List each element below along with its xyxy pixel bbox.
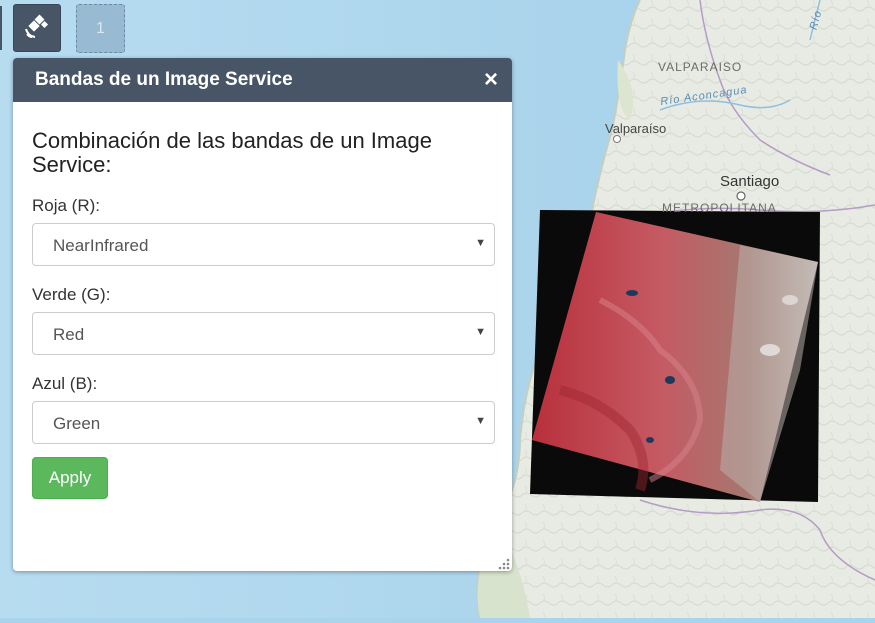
map-label-region-valparaiso: VALPARAISO xyxy=(658,60,743,74)
apply-button[interactable]: Apply xyxy=(32,457,108,499)
blue-band-value: Green xyxy=(53,414,101,433)
band-combination-widget-button[interactable] xyxy=(13,4,61,52)
map-label-city-santiago: Santiago xyxy=(720,173,780,190)
close-icon[interactable]: × xyxy=(484,68,498,92)
panel-body: Combinación de las bandas de un Image Se… xyxy=(13,102,512,499)
raster-image-layer xyxy=(530,210,820,502)
map-label-region-metropolitana: METROPOLITANA xyxy=(662,201,777,215)
satellite-icon xyxy=(23,12,51,45)
red-band-value: NearInfrared xyxy=(53,236,149,255)
blue-band-select[interactable]: Green ▼ xyxy=(32,401,495,444)
panel-heading: Combinación de las bandas de un Image Se… xyxy=(32,128,432,177)
green-band-select[interactable]: Red ▼ xyxy=(32,312,495,355)
panel-header[interactable]: Bandas de un Image Service × xyxy=(13,58,512,102)
resize-handle-icon[interactable] xyxy=(498,557,510,570)
panel-title: Bandas de un Image Service xyxy=(35,69,293,90)
red-band-select[interactable]: NearInfrared ▼ xyxy=(32,223,495,266)
green-band-label: Verde (G): xyxy=(32,285,111,304)
chevron-down-icon: ▼ xyxy=(475,326,486,338)
band-combination-panel: Bandas de un Image Service × Combinación… xyxy=(13,58,512,571)
chevron-down-icon: ▼ xyxy=(475,415,486,427)
blue-band-label: Azul (B): xyxy=(32,374,98,393)
widget-placeholder-button[interactable]: 1 xyxy=(76,4,125,53)
red-band-label: Roja (R): xyxy=(32,196,101,215)
green-band-value: Red xyxy=(53,325,85,344)
chevron-down-icon: ▼ xyxy=(475,237,486,249)
placeholder-number: 1 xyxy=(96,19,105,37)
map-label-city-valparaiso: Valparaíso xyxy=(605,121,667,136)
toolbar-edge xyxy=(0,6,2,50)
